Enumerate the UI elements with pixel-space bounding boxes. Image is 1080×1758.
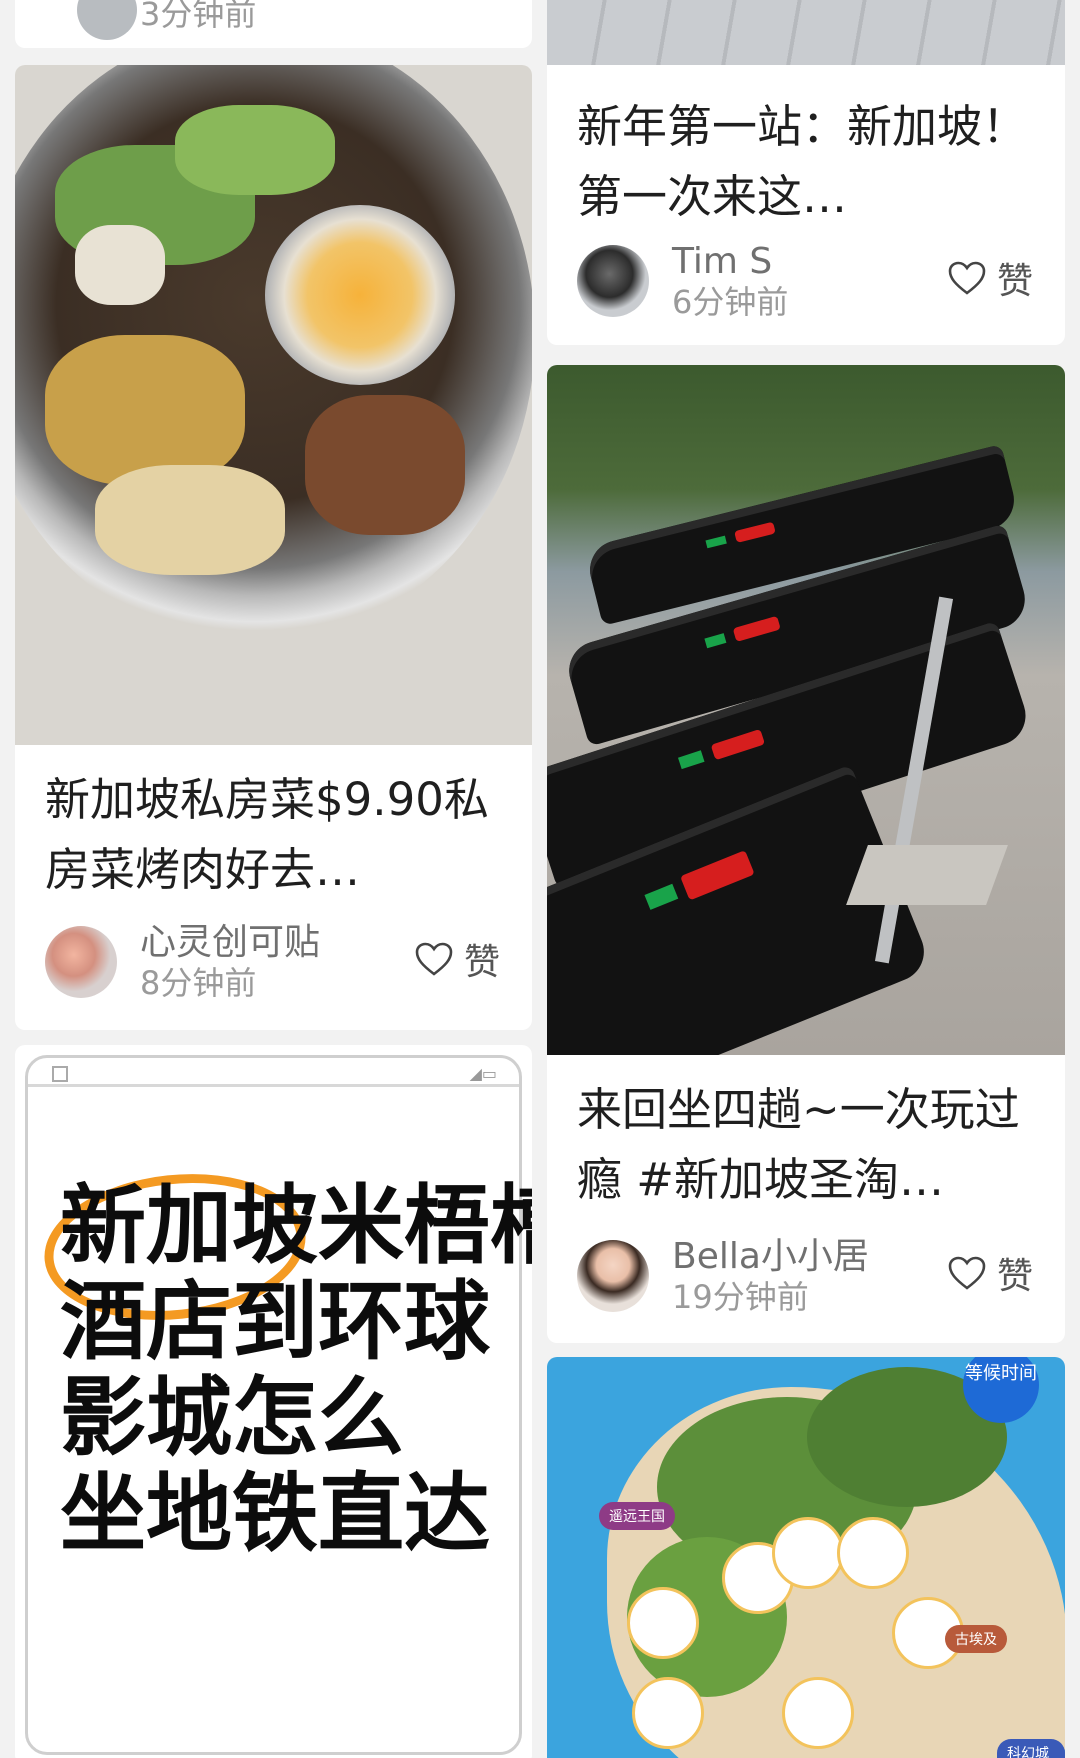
post-image-poster: ◢▭ 新加坡米梧槽 酒店到环球 影城怎么 坐地铁直达 (15, 1045, 532, 1758)
map-pin[interactable] (782, 1677, 854, 1749)
feed-card[interactable]: ◢▭ 新加坡米梧槽 酒店到环球 影城怎么 坐地铁直达 (15, 1045, 532, 1758)
like-label: 赞 (996, 261, 1033, 302)
feed-card[interactable]: 新加坡私房菜$9.90私房菜烤肉好去… 心灵创可贴 8分钟前 赞 (15, 65, 532, 1030)
post-time: 3分钟前 (140, 0, 257, 33)
post-author[interactable]: 心灵创可贴 8分钟前 赞 (45, 922, 512, 1002)
post-image-food (15, 65, 532, 745)
post-time: 6分钟前 (672, 283, 789, 321)
post-title: 新加坡私房菜$9.90私房菜烤肉好去… (45, 773, 489, 896)
author-name: Tim S (672, 241, 773, 282)
like-label: 赞 (463, 942, 500, 983)
feed-page: 3分钟前 新加坡私房菜$9.90私房菜烤肉好去… 心灵创可贴 8分钟前 赞 ◢▭… (0, 0, 1080, 1758)
feed-card-partial[interactable]: 3分钟前 (15, 0, 532, 48)
post-title: 来回坐四趟~一次玩过瘾 #新加坡圣淘… (577, 1083, 1020, 1206)
heart-icon (415, 942, 453, 976)
avatar (77, 0, 137, 40)
post-author[interactable]: Tim S 6分钟前 赞 (577, 241, 1045, 321)
poster-line: 坐地铁直达 (60, 1464, 490, 1564)
post-author[interactable]: Bella小小居 19分钟前 赞 (577, 1236, 1045, 1316)
feed-card[interactable]: 遥远王国 古埃及 科幻城市 等候时间 (547, 1357, 1065, 1758)
heart-icon (948, 261, 986, 295)
like-label: 赞 (996, 1256, 1033, 1297)
map-area-label: 古埃及 (945, 1625, 1007, 1653)
post-time: 8分钟前 (140, 964, 257, 1002)
like-button[interactable]: 赞 (947, 1251, 1033, 1297)
post-image-luge (547, 365, 1065, 1055)
map-area-label: 遥远王国 (599, 1502, 675, 1530)
post-image-map: 遥远王国 古埃及 科幻城市 等候时间 (547, 1357, 1065, 1758)
feed-card[interactable]: 新年第一站：新加坡！ 第一次来这… Tim S 6分钟前 赞 (547, 0, 1065, 345)
avatar (45, 926, 117, 998)
map-pin[interactable] (772, 1517, 844, 1589)
post-time: 19分钟前 (672, 1278, 809, 1316)
map-pin[interactable] (627, 1587, 699, 1659)
avatar (577, 245, 649, 317)
map-pin[interactable] (837, 1517, 909, 1589)
like-button[interactable]: 赞 (414, 937, 500, 983)
avatar (577, 1240, 649, 1312)
post-title: 新年第一站：新加坡！ 第一次来这… (577, 100, 1028, 223)
poster-line: 新加坡米梧槽 (60, 1176, 532, 1276)
feed-card[interactable]: 来回坐四趟~一次玩过瘾 #新加坡圣淘… Bella小小居 19分钟前 赞 (547, 365, 1065, 1343)
map-area-label: 科幻城市 (997, 1739, 1065, 1758)
heart-icon (948, 1256, 986, 1290)
post-image-pavement (547, 0, 1065, 65)
author-name: Bella小小居 (672, 1236, 869, 1277)
poster-line: 影城怎么 (60, 1368, 404, 1468)
poster-line: 酒店到环球 (60, 1272, 490, 1372)
like-button[interactable]: 赞 (947, 256, 1033, 302)
author-name: 心灵创可贴 (140, 922, 321, 963)
map-pin[interactable] (632, 1677, 704, 1749)
